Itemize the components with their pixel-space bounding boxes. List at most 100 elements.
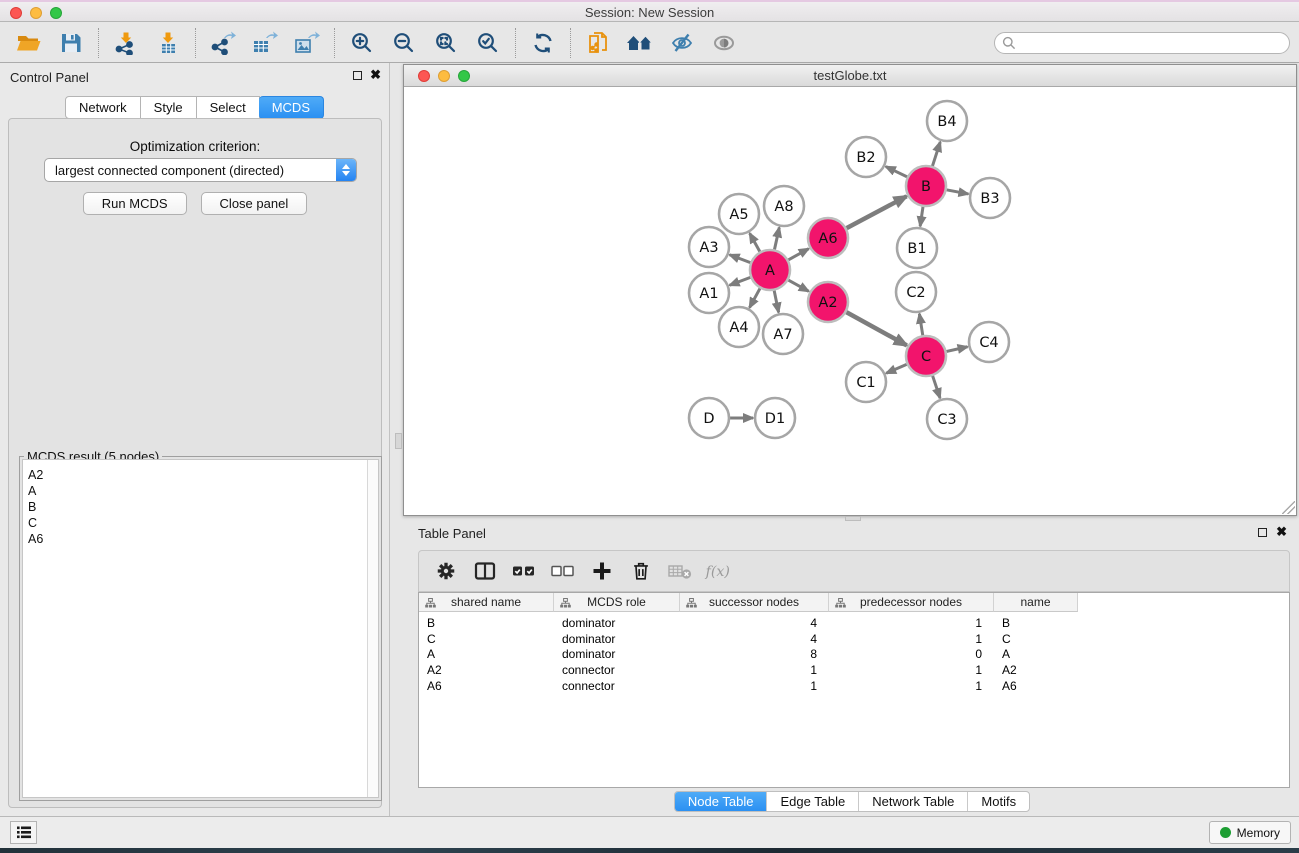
splitpane-divider-vertical[interactable]: [395, 433, 402, 449]
table-row[interactable]: A2connector11A2: [419, 663, 1289, 679]
graph-node-C4[interactable]: C4: [969, 322, 1009, 362]
svg-text:A5: A5: [729, 207, 748, 223]
home-view-icon[interactable]: [619, 26, 661, 60]
export-image-icon[interactable]: [286, 26, 328, 60]
graph-node-B[interactable]: B: [906, 166, 946, 206]
table-cell: A2: [419, 663, 554, 679]
graph-node-A2[interactable]: A2: [808, 282, 848, 322]
tab-style[interactable]: Style: [141, 96, 197, 119]
graph-node-A7[interactable]: A7: [763, 314, 803, 354]
memory-button[interactable]: Memory: [1209, 821, 1291, 844]
graph-node-C3[interactable]: C3: [927, 399, 967, 439]
graph-node-A1[interactable]: A1: [689, 273, 729, 313]
close-panel-button[interactable]: Close panel: [201, 192, 308, 215]
save-session-icon[interactable]: [50, 26, 92, 60]
tab-network-table[interactable]: Network Table: [858, 792, 967, 811]
zoom-in-icon[interactable]: [341, 26, 383, 60]
memory-label: Memory: [1237, 826, 1280, 840]
network-canvas[interactable]: B4 B2 B B3 B1 A5 A8 A6 A3 A A1 C2 A2 A4A7 C C4 C1 C3 D D1: [404, 87, 1296, 515]
tab-mcds[interactable]: MCDS: [259, 96, 324, 119]
graph-node-B4[interactable]: B4: [927, 101, 967, 141]
svg-text:B2: B2: [856, 150, 875, 166]
svg-text:C4: C4: [979, 335, 998, 351]
result-scrollbar[interactable]: [367, 460, 378, 797]
delete-column-icon[interactable]: [626, 556, 656, 586]
table-panel-float-icon[interactable]: [1258, 528, 1267, 537]
function-builder-icon[interactable]: f(x): [704, 556, 734, 586]
table-row[interactable]: Adominator80A: [419, 647, 1289, 663]
tab-node-table[interactable]: Node Table: [675, 792, 767, 811]
zoom-out-icon[interactable]: [383, 26, 425, 60]
result-item[interactable]: A2: [28, 467, 378, 483]
column-header-shared-name[interactable]: shared name: [419, 593, 554, 612]
table-cell: connector: [554, 679, 680, 695]
table-cell: 4: [680, 632, 829, 648]
graph-node-B1[interactable]: B1: [897, 228, 937, 268]
window-resize-grip[interactable]: [1282, 501, 1295, 514]
open-session-icon[interactable]: [8, 26, 50, 60]
column-header-predecessor-nodes[interactable]: predecessor nodes: [829, 593, 994, 612]
tab-select[interactable]: Select: [197, 96, 260, 119]
graph-node-A8[interactable]: A8: [764, 186, 804, 226]
svg-text:A6: A6: [818, 231, 837, 247]
split-columns-icon[interactable]: [470, 556, 500, 586]
table-row[interactable]: Bdominator41B: [419, 616, 1289, 632]
network-window-titlebar[interactable]: testGlobe.txt: [404, 65, 1296, 87]
result-item[interactable]: A6: [28, 531, 378, 547]
graph-node-B2[interactable]: B2: [846, 137, 886, 177]
svg-text:C1: C1: [856, 375, 875, 391]
result-item[interactable]: A: [28, 483, 378, 499]
import-table-icon[interactable]: [147, 26, 189, 60]
zoom-fit-icon[interactable]: [425, 26, 467, 60]
graph-node-A4[interactable]: A4: [719, 307, 759, 347]
graph-node-C2[interactable]: C2: [896, 272, 936, 312]
graph-node-B3[interactable]: B3: [970, 178, 1010, 218]
column-header-name[interactable]: name: [994, 593, 1078, 612]
run-mcds-button[interactable]: Run MCDS: [83, 192, 187, 215]
graph-node-C1[interactable]: C1: [846, 362, 886, 402]
tab-motifs[interactable]: Motifs: [967, 792, 1029, 811]
hide-panel-icon[interactable]: [661, 26, 703, 60]
mcds-result-list: A2ABCA6: [22, 459, 379, 798]
tab-edge-table[interactable]: Edge Table: [766, 792, 858, 811]
column-header-MCDS-role[interactable]: MCDS role: [554, 593, 680, 612]
table-row[interactable]: A6connector11A6: [419, 679, 1289, 695]
table-panel-close-icon[interactable]: ✖: [1276, 527, 1287, 537]
graph-edge-A2-C[interactable]: [842, 310, 907, 346]
select-all-checkboxes-icon[interactable]: [509, 556, 539, 586]
graph-node-A[interactable]: A: [750, 250, 790, 290]
mcds-tab-content: Optimization criterion: largest connecte…: [8, 118, 382, 808]
show-panel-icon[interactable]: [703, 26, 745, 60]
graph-node-D1[interactable]: D1: [755, 398, 795, 438]
table-row[interactable]: Cdominator41C: [419, 632, 1289, 648]
graph-edge-A6-B[interactable]: [842, 196, 906, 230]
task-history-button[interactable]: [10, 821, 37, 844]
column-header-successor-nodes[interactable]: successor nodes: [680, 593, 829, 612]
result-item[interactable]: C: [28, 515, 378, 531]
export-network-icon[interactable]: [202, 26, 244, 60]
control-panel-close-icon[interactable]: ✖: [370, 70, 381, 80]
zoom-selected-icon[interactable]: [467, 26, 509, 60]
graph-node-C[interactable]: C: [906, 336, 946, 376]
tree-hierarchy-icon: [835, 597, 846, 611]
export-table-icon[interactable]: [244, 26, 286, 60]
table-toolbar: f(x): [418, 550, 1290, 592]
graph-node-D[interactable]: D: [689, 398, 729, 438]
tab-network[interactable]: Network: [65, 96, 141, 119]
app-title: Session: New Session: [0, 5, 1299, 20]
table-settings-icon[interactable]: [431, 556, 461, 586]
search-input[interactable]: [994, 32, 1290, 54]
graph-node-A5[interactable]: A5: [719, 194, 759, 234]
optimization-criterion-select[interactable]: largest connected component (directed): [44, 158, 357, 182]
new-network-icon[interactable]: [577, 26, 619, 60]
delete-table-icon[interactable]: [665, 556, 695, 586]
graph-node-A3[interactable]: A3: [689, 227, 729, 267]
result-item[interactable]: B: [28, 499, 378, 515]
control-panel-float-icon[interactable]: [353, 71, 362, 80]
add-column-icon[interactable]: [587, 556, 617, 586]
import-network-icon[interactable]: [105, 26, 147, 60]
clear-checkboxes-icon[interactable]: [548, 556, 578, 586]
refresh-layout-icon[interactable]: [522, 26, 564, 60]
svg-text:B: B: [921, 179, 931, 195]
graph-node-A6[interactable]: A6: [808, 218, 848, 258]
